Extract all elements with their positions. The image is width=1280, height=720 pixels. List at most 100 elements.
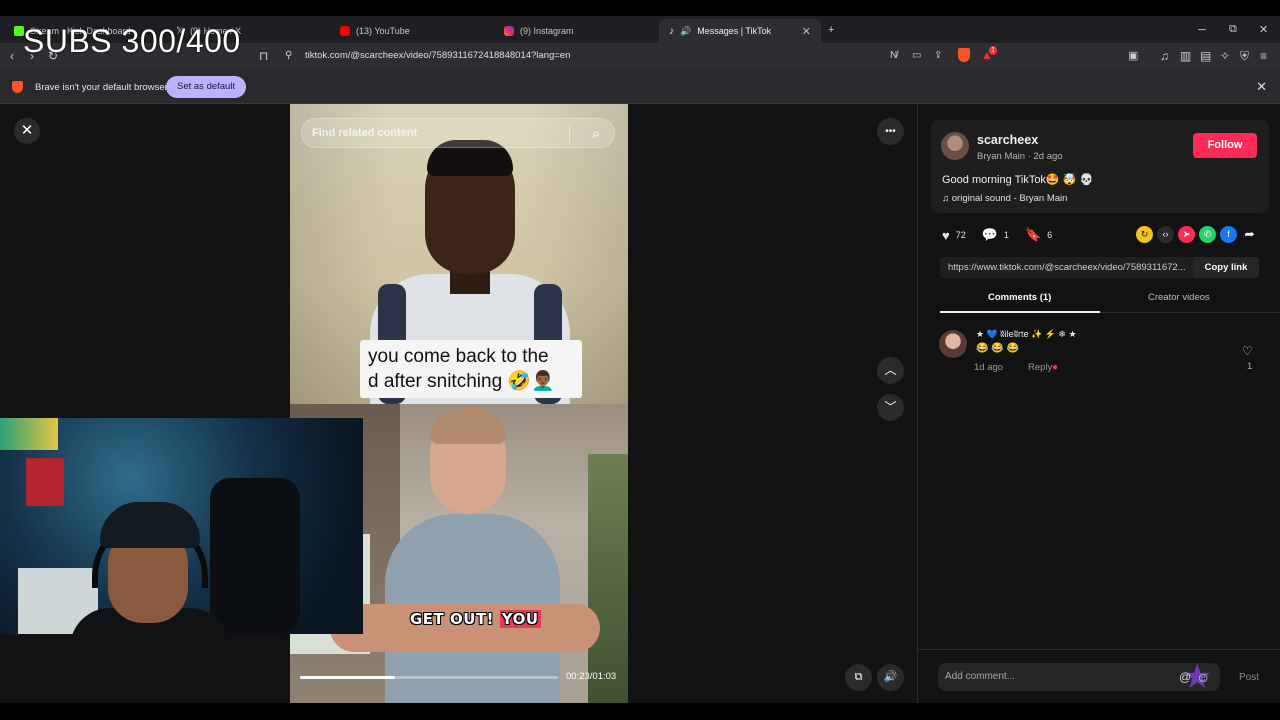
- video-time: 00:23/01:03: [566, 671, 617, 682]
- follow-button[interactable]: Follow: [1193, 133, 1257, 158]
- set-default-button[interactable]: Set as default: [166, 76, 247, 98]
- video-caption: you come back to the d after snitching 🤣…: [360, 340, 582, 398]
- volume-button[interactable]: 🔊: [877, 664, 904, 691]
- video-subtitle: GET OUT! YOU: [410, 610, 541, 628]
- new-tab-button[interactable]: +: [828, 16, 834, 43]
- tab-tiktok[interactable]: ♪ 🔊 Messages | TikTok ✕: [659, 19, 821, 43]
- comment-placeholder: Add comment...: [945, 671, 1016, 682]
- comment-date: 1d ago: [974, 362, 1004, 373]
- instagram-icon: [504, 26, 514, 36]
- music-note-icon: ♫: [942, 193, 950, 204]
- save-button[interactable]: 🔖 6: [1025, 227, 1052, 243]
- cast-icon[interactable]: ▭: [912, 49, 921, 63]
- creator-display-name: Bryan Main: [977, 151, 1026, 162]
- post-description: Good morning TikTok🤩 🤯 💀: [942, 174, 1094, 186]
- comment-like-icon[interactable]: ♡: [1242, 344, 1253, 358]
- comment-text: 😂 😂 😂: [976, 343, 1019, 354]
- vpn-icon[interactable]: ⛨: [1240, 49, 1249, 63]
- youtube-icon: [340, 26, 350, 36]
- url-field[interactable]: tiktok.com/@scarcheex/video/758931167241…: [305, 50, 570, 61]
- back-icon[interactable]: ‹: [10, 49, 14, 63]
- post-sound[interactable]: ♫ original sound - Bryan Main: [942, 193, 1067, 204]
- wallet-icon[interactable]: ▤: [1200, 49, 1211, 63]
- creator-username[interactable]: scarcheex: [977, 133, 1038, 147]
- share-link-box: https://www.tiktok.com/@scarcheex/video/…: [940, 257, 1259, 278]
- like-button[interactable]: ♥ 72: [942, 228, 966, 243]
- emoji-icon[interactable]: ☺: [1196, 669, 1210, 685]
- progress-fill: [300, 676, 396, 679]
- share-row: ↻ ‹› ➤ ✆ f ➦: [1136, 226, 1258, 243]
- streamer-webcam: [0, 418, 363, 634]
- more-options-button[interactable]: •••: [877, 118, 904, 145]
- minimize-button[interactable]: ─: [1198, 16, 1206, 43]
- mention-icon[interactable]: @: [1179, 670, 1191, 684]
- comment-like-count: 1: [1247, 361, 1253, 372]
- facebook-icon[interactable]: f: [1220, 226, 1237, 243]
- comment-input[interactable]: Add comment... ★ @ ☺: [938, 658, 1220, 696]
- active-tab-indicator: [940, 311, 1100, 313]
- infobar-close-icon[interactable]: ✕: [1256, 79, 1267, 95]
- panel-tabs: Comments (1) Creator videos: [940, 291, 1280, 313]
- floating-player-button[interactable]: ⧉: [845, 664, 872, 691]
- share-link[interactable]: https://www.tiktok.com/@scarcheex/video/…: [948, 262, 1194, 273]
- send-icon[interactable]: ➤: [1178, 226, 1195, 243]
- like-count: 72: [955, 230, 966, 240]
- comment-button[interactable]: 💬 1: [982, 227, 1009, 243]
- next-video-button[interactable]: ﹀: [877, 394, 904, 421]
- tiktok-video-page: ✕ you come back to the d after snitching…: [0, 104, 1280, 703]
- shield-badge: 1: [989, 46, 997, 55]
- comment-composer: Add comment... ★ @ ☺ Post: [918, 649, 1280, 703]
- comment-item: ★ 💙 ʬileʬrte ✨ ⚡ ❄ ★ 😂 😂 😂 1d ago Reply …: [939, 326, 1269, 376]
- commenter-name[interactable]: ★ 💙 ʬileʬrte ✨ ⚡ ❄ ★: [976, 329, 1077, 340]
- music-icon[interactable]: ♫: [1160, 49, 1169, 63]
- menu-icon[interactable]: ≡: [1260, 49, 1267, 63]
- creator-meta: Bryan Main · 2d ago: [977, 151, 1063, 162]
- window-close-button[interactable]: ✕: [1259, 16, 1268, 43]
- creator-liked-icon: ●: [1052, 362, 1059, 373]
- default-browser-infobar: Brave isn't your default browser Set as …: [0, 70, 1280, 104]
- share-icon[interactable]: ⇪: [934, 49, 942, 63]
- leo-icon[interactable]: ✧: [1220, 49, 1230, 63]
- bookmark-icon: 🔖: [1024, 227, 1042, 242]
- more-share-icon[interactable]: ➦: [1241, 226, 1258, 243]
- tab-comments[interactable]: Comments (1): [988, 292, 1051, 303]
- sidebar-icon[interactable]: ▣: [1128, 49, 1138, 63]
- caption-line-1: you come back to the: [368, 346, 549, 367]
- bookmark-icon[interactable]: ⊓: [259, 49, 268, 63]
- post-comment-button[interactable]: Post: [1239, 672, 1259, 683]
- tab-instagram[interactable]: (9) Instagram: [494, 19, 654, 43]
- speaker-icon: 🔊: [680, 25, 692, 36]
- tab-label: (13) YouTube: [356, 26, 410, 36]
- reply-button[interactable]: Reply: [1028, 362, 1052, 373]
- tab-label: Messages | TikTok: [697, 26, 772, 36]
- tab-label: (9) Instagram: [520, 26, 574, 36]
- whatsapp-icon[interactable]: ✆: [1199, 226, 1216, 243]
- post-age: 2d ago: [1033, 151, 1063, 162]
- search-placeholder: Find related content: [312, 127, 418, 139]
- tab-youtube[interactable]: (13) YouTube: [330, 19, 490, 43]
- video-progress-bar[interactable]: [300, 676, 558, 679]
- close-tab-icon[interactable]: ✕: [802, 25, 811, 38]
- repost-icon[interactable]: ↻: [1136, 226, 1153, 243]
- heart-icon: ♥: [942, 227, 950, 243]
- comment-icon: 💬: [981, 227, 998, 242]
- tab-creator-videos[interactable]: Creator videos: [1148, 292, 1210, 303]
- sound-label: original sound - Bryan Main: [951, 193, 1068, 204]
- commenter-avatar[interactable]: [939, 330, 967, 358]
- save-count: 6: [1047, 230, 1053, 240]
- subtitle-highlight: YOU: [499, 610, 541, 628]
- copy-link-button[interactable]: Copy link: [1193, 257, 1259, 278]
- embed-icon[interactable]: ‹›: [1157, 226, 1174, 243]
- site-info-icon[interactable]: ⚲: [285, 49, 292, 63]
- tiktok-icon: ♪: [669, 25, 674, 37]
- translate-icon[interactable]: N̸: [890, 49, 897, 63]
- previous-video-button[interactable]: ︿: [877, 357, 904, 384]
- close-video-button[interactable]: ✕: [14, 118, 40, 144]
- related-search-bar[interactable]: Find related content ⌕: [301, 118, 615, 148]
- reader-icon[interactable]: ▥: [1180, 49, 1191, 63]
- search-icon[interactable]: ⌕: [592, 125, 600, 142]
- brave-shield-icon[interactable]: [958, 48, 970, 62]
- engagement-bar: ♥ 72 💬 1 🔖 6: [942, 227, 1068, 243]
- restore-button[interactable]: ⧉: [1229, 16, 1237, 43]
- creator-avatar[interactable]: [941, 132, 969, 160]
